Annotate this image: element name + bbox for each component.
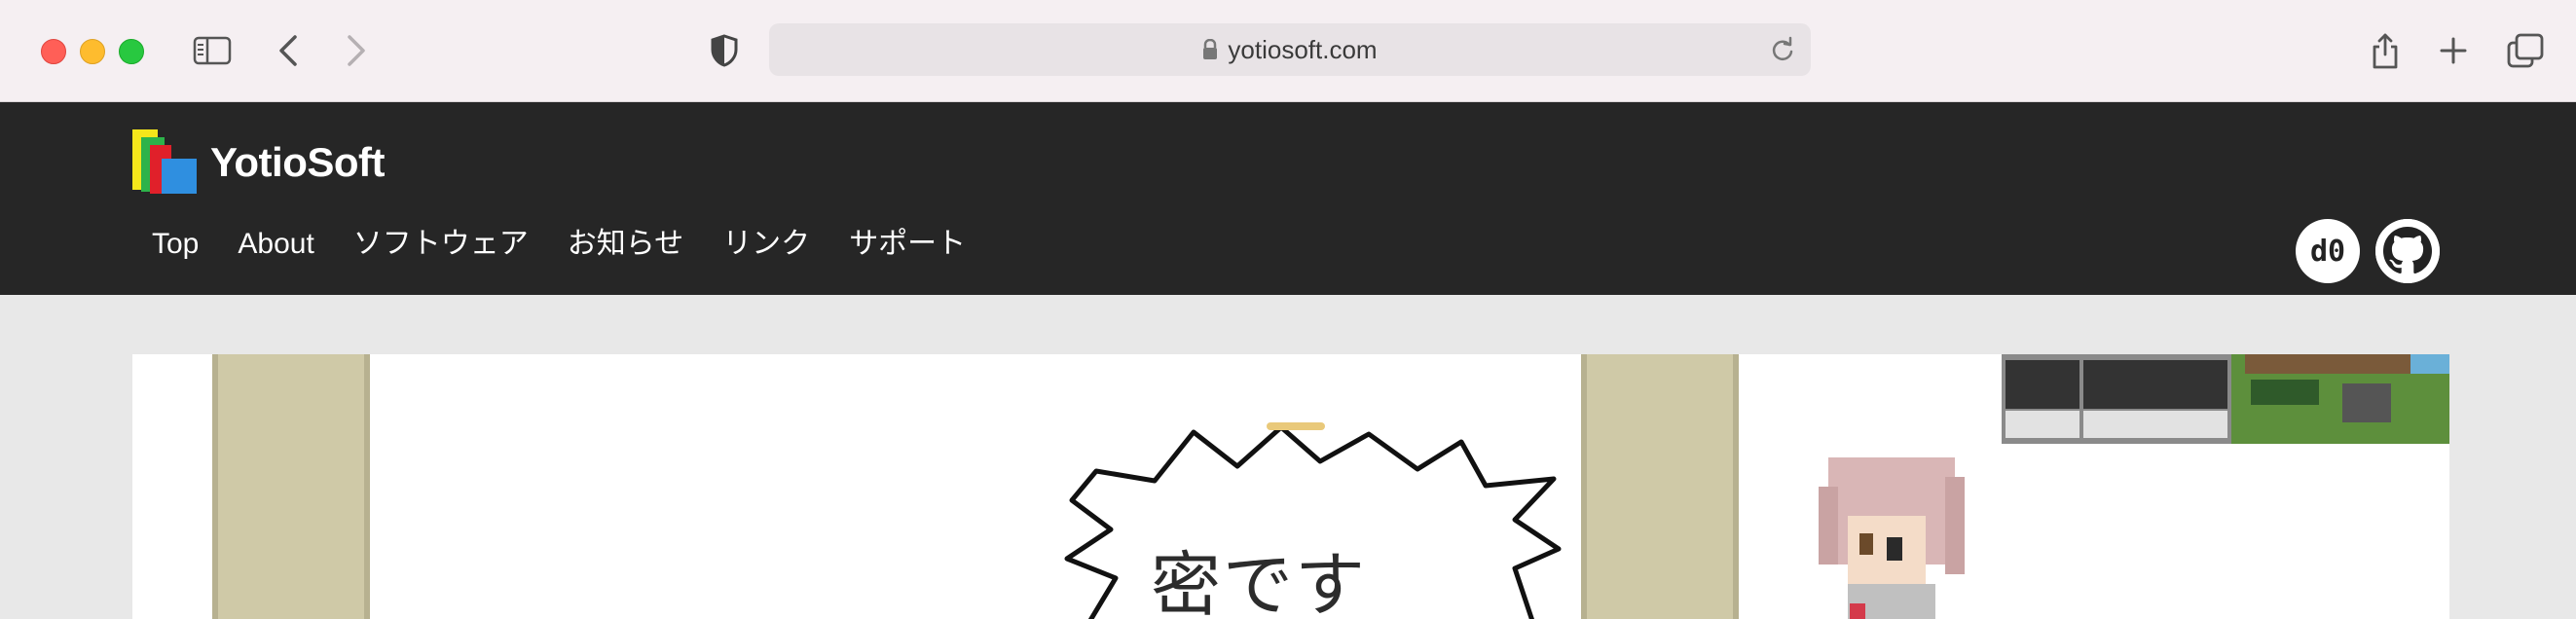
- sidebar-icon: [193, 36, 232, 65]
- privacy-report-button[interactable]: [707, 27, 742, 74]
- nav-item-top[interactable]: Top: [152, 225, 199, 264]
- chevron-right-icon: [348, 35, 365, 66]
- pillar-left: [212, 354, 370, 619]
- share-icon: [2373, 33, 2398, 69]
- nav-item-news[interactable]: お知らせ: [568, 225, 683, 264]
- hero-image: 密です: [132, 354, 2449, 619]
- tab-overview-icon: [2507, 33, 2544, 68]
- d0-label: d0: [2309, 234, 2346, 269]
- speech-bubble-text: 密です: [1151, 544, 1368, 619]
- browser-toolbar: yotiosoft.com: [0, 0, 2576, 102]
- site-title[interactable]: YotioSoft: [210, 133, 386, 192]
- github-icon: [2375, 219, 2440, 283]
- reload-icon[interactable]: [1768, 35, 1797, 64]
- back-button[interactable]: [273, 27, 304, 74]
- close-window-button[interactable]: [41, 39, 66, 64]
- nav-item-software[interactable]: ソフトウェア: [353, 225, 529, 264]
- lock-icon: [1203, 39, 1218, 59]
- minimize-window-button[interactable]: [80, 39, 105, 64]
- address-bar[interactable]: yotiosoft.com: [769, 23, 1811, 76]
- nav-item-links[interactable]: リンク: [722, 225, 810, 264]
- main-nav: Top About ソフトウェア お知らせ リンク サポート: [152, 225, 1005, 264]
- pixel-art-scene: [2002, 354, 2449, 444]
- pixel-character: [1819, 457, 1965, 619]
- new-tab-button[interactable]: [2434, 27, 2473, 74]
- github-link-button[interactable]: [2375, 219, 2440, 283]
- shield-icon: [711, 34, 738, 67]
- sidebar-toggle-button[interactable]: [191, 27, 234, 74]
- zoom-window-button[interactable]: [119, 39, 144, 64]
- yotiosoft-logo-icon[interactable]: [132, 129, 197, 194]
- d0-link-button[interactable]: d0: [2296, 219, 2360, 283]
- nav-item-about[interactable]: About: [238, 225, 313, 264]
- tab-overview-button[interactable]: [2504, 27, 2547, 74]
- share-button[interactable]: [2366, 27, 2405, 74]
- url-text: yotiosoft.com: [1228, 34, 1378, 64]
- plus-icon: [2440, 37, 2467, 64]
- nav-item-support[interactable]: サポート: [849, 225, 966, 264]
- forward-button[interactable]: [341, 27, 372, 74]
- site-header: YotioSoft Top About ソフトウェア お知らせ リンク サポート…: [0, 102, 2576, 295]
- chevron-left-icon: [279, 35, 297, 66]
